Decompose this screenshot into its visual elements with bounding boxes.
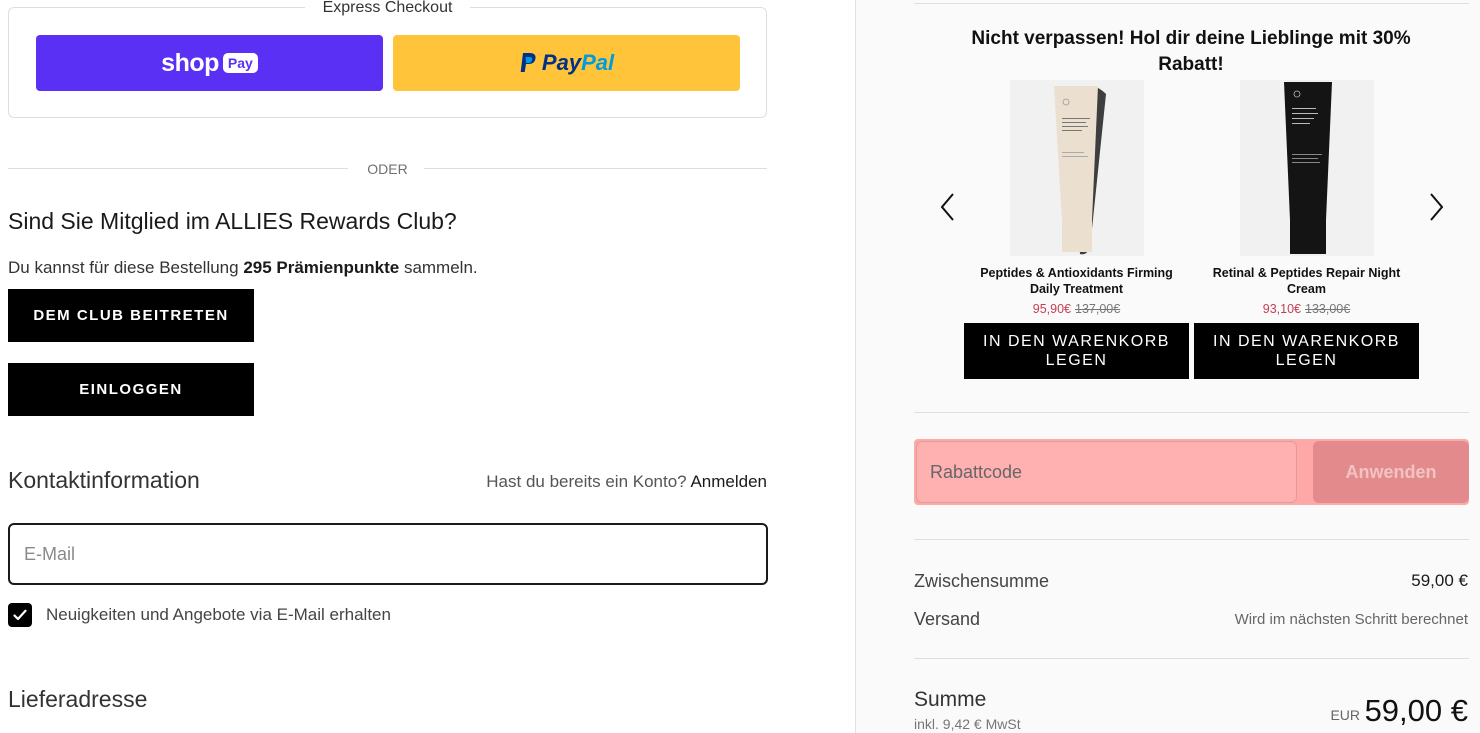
total-amount: 59,00 € <box>1364 693 1468 728</box>
sign-in-link[interactable]: Anmelden <box>690 472 767 491</box>
divider-line <box>914 3 1469 4</box>
divider-line <box>424 168 767 169</box>
product-name[interactable]: Retinal & Peptides Repair Night Cream <box>1194 265 1419 297</box>
sale-price: 95,90€ <box>1032 302 1072 316</box>
night-cream-tube-image <box>1239 80 1374 256</box>
original-price: 137,00€ <box>1075 302 1121 316</box>
rewards-points-text: Du kannst für diese Bestellung 295 Prämi… <box>8 258 478 278</box>
paypal-logo: PayPal <box>519 50 614 76</box>
shipping-label: Versand <box>914 609 981 629</box>
discount-code-input[interactable] <box>916 441 1297 503</box>
contact-section-title: Kontaktinformation <box>8 467 200 493</box>
checkout-form-column: Express Checkout shop Pay PayPal ODER Si… <box>0 0 855 733</box>
order-summary-column: Nicht verpassen! Hol dir deine Lieblinge… <box>855 0 1480 733</box>
upsell-product-card: Peptides & Antioxidants Firming Daily Tr… <box>964 80 1189 379</box>
shipping-address-title: Lieferadresse <box>8 686 148 712</box>
rewards-points-suffix: sammeln. <box>399 258 478 277</box>
product-price: 95,90€ 137,00€ <box>964 302 1189 316</box>
rewards-title: Sind Sie Mitglied im ALLIES Rewards Club… <box>8 208 457 234</box>
tax-note: inkl. 9,42 € MwSt <box>914 716 1021 732</box>
newsletter-label: Neuigkeiten und Angebote via E-Mail erha… <box>46 605 391 624</box>
divider-line <box>914 539 1469 540</box>
paypal-p-icon <box>520 53 536 72</box>
checkmark-icon <box>13 609 27 621</box>
newsletter-checkbox[interactable] <box>8 603 32 627</box>
cream-tube-image <box>1009 80 1144 256</box>
subtotal-value: 59,00 € <box>1411 571 1468 590</box>
express-checkout-box: Express Checkout shop Pay PayPal <box>8 0 767 118</box>
product-image[interactable] <box>1009 80 1144 256</box>
divider-line <box>914 658 1469 659</box>
chevron-right-icon[interactable] <box>1424 190 1448 224</box>
upsell-product-card: Retinal & Peptides Repair Night Cream 93… <box>1194 80 1419 379</box>
or-divider-label: ODER <box>367 161 408 177</box>
shop-pay-logo-pill: Pay <box>222 53 258 73</box>
apply-discount-button[interactable]: Anwenden <box>1313 441 1469 503</box>
total-currency: EUR <box>1330 707 1360 723</box>
chevron-left-icon[interactable] <box>936 190 960 224</box>
shop-pay-button[interactable]: shop Pay <box>36 35 383 91</box>
newsletter-option: Neuigkeiten und Angebote via E-Mail erha… <box>8 603 391 627</box>
sale-price: 93,10€ <box>1262 302 1302 316</box>
shop-pay-logo-word: shop <box>161 48 219 77</box>
email-field[interactable] <box>8 523 768 585</box>
paypal-word-pay: Pay <box>541 50 582 75</box>
product-name[interactable]: Peptides & Antioxidants Firming Daily Tr… <box>964 265 1189 297</box>
product-image[interactable] <box>1239 80 1374 256</box>
add-to-cart-button[interactable]: IN DEN WARENKORB LEGEN <box>964 323 1189 379</box>
divider-line <box>914 412 1469 413</box>
shipping-value: Wird im nächsten Schritt berechnet <box>1234 611 1468 628</box>
have-account-label: Hast du bereits ein Konto? <box>486 472 687 491</box>
or-divider: ODER <box>8 158 767 178</box>
rewards-points-prefix: Du kannst für diese Bestellung <box>8 258 244 277</box>
paypal-button[interactable]: PayPal <box>393 35 740 91</box>
login-button[interactable]: EINLOGGEN <box>8 363 254 416</box>
total-label: Summe <box>914 688 987 711</box>
upsell-title: Nicht verpassen! Hol dir deine Lieblinge… <box>971 28 1411 75</box>
have-account-text: Hast du bereits ein Konto? Anmelden <box>486 472 767 492</box>
rewards-points-amount: 295 Prämienpunkte <box>243 258 400 277</box>
add-to-cart-button[interactable]: IN DEN WARENKORB LEGEN <box>1194 323 1419 379</box>
express-checkout-title: Express Checkout <box>304 0 471 16</box>
join-club-button[interactable]: DEM CLUB BEITRETEN <box>8 289 254 342</box>
paypal-word-pal: Pal <box>581 50 615 75</box>
product-price: 93,10€ 133,00€ <box>1194 302 1419 316</box>
original-price: 133,00€ <box>1305 302 1351 316</box>
tube-body <box>1283 82 1332 220</box>
subtotal-label: Zwischensumme <box>914 571 1050 591</box>
